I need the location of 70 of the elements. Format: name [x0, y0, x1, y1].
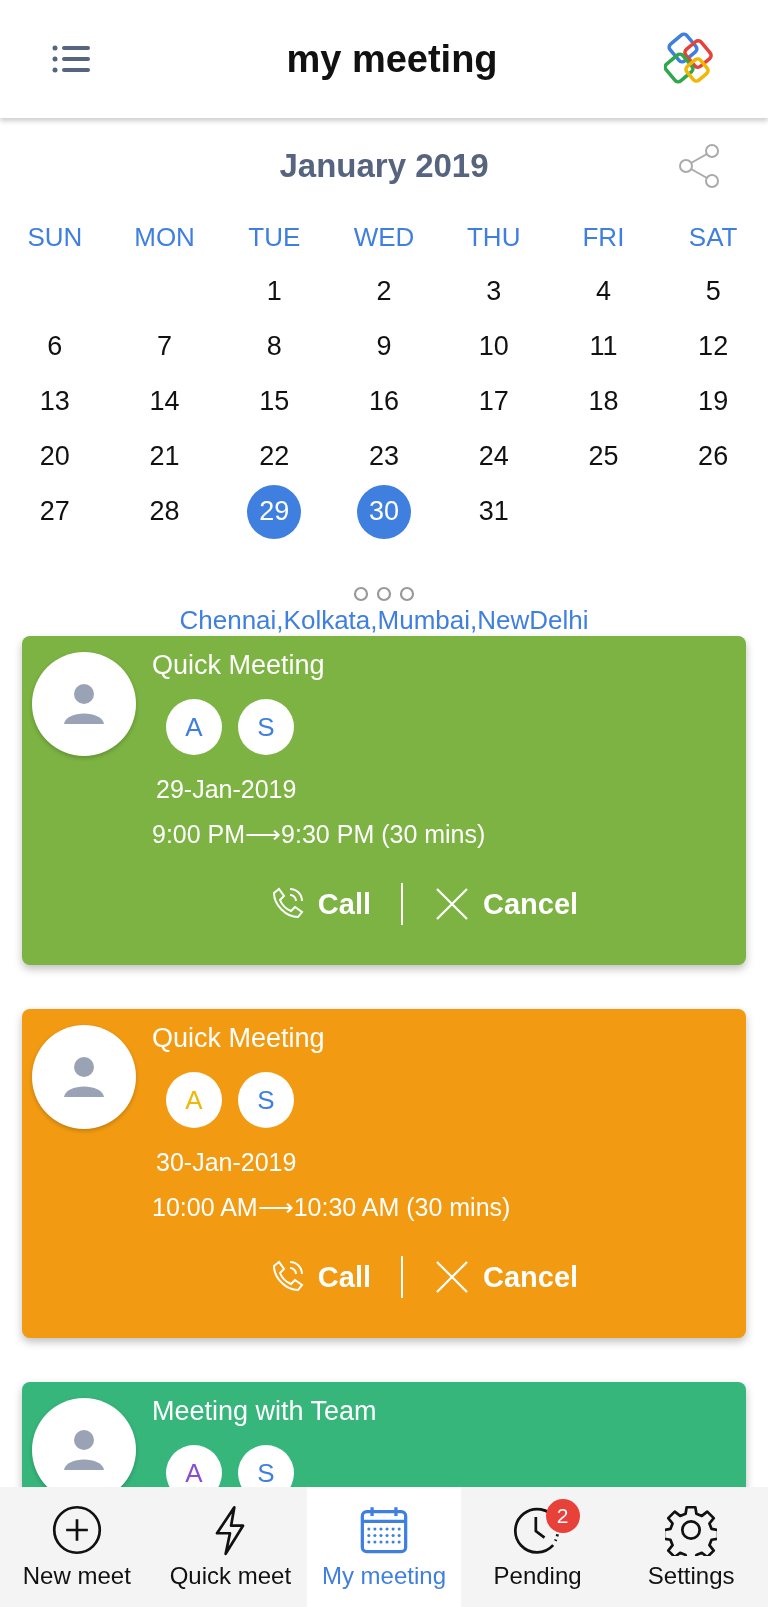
- calendar-day[interactable]: 21: [137, 429, 192, 484]
- calendar-day[interactable]: 6: [27, 319, 82, 374]
- person-icon: [62, 1428, 106, 1472]
- weekday-label: SAT: [687, 221, 739, 254]
- calendar-day[interactable]: 31: [466, 484, 521, 539]
- nav-tab[interactable]: Settings: [614, 1487, 768, 1607]
- person-icon: [62, 682, 106, 726]
- add-icon: [50, 1504, 103, 1556]
- meeting-time: 9:00 PM⟶9:30 PM (30 mins): [152, 820, 487, 849]
- participant-initial: S: [238, 1072, 294, 1128]
- calendar-day[interactable]: 5: [686, 264, 741, 319]
- meeting-time: 10:00 AM⟶10:30 AM (30 mins): [152, 1193, 512, 1222]
- participant-initial: A: [166, 1445, 222, 1487]
- calendar-day[interactable]: 16: [357, 374, 411, 429]
- participant-initial: A: [166, 1072, 222, 1128]
- calendar-day[interactable]: 12: [686, 319, 741, 374]
- meeting-date: 29-Jan-2019: [156, 775, 298, 804]
- calendar-day[interactable]: 26: [686, 429, 741, 484]
- meeting-title: Quick Meeting: [152, 1023, 326, 1054]
- participant-initial: S: [238, 1445, 294, 1487]
- calendar-day[interactable]: 11: [576, 319, 631, 374]
- meeting-card[interactable]: Meeting with Team A S: [22, 1382, 746, 1487]
- calendar-day[interactable]: 19: [686, 374, 741, 429]
- nav-tab[interactable]: Quick meet: [153, 1487, 308, 1607]
- calendar-icon: [358, 1504, 410, 1556]
- calendar-day[interactable]: 17: [466, 374, 521, 429]
- nav-tab[interactable]: New meet: [0, 1487, 154, 1607]
- participant-initial: S: [238, 699, 294, 755]
- calendar-day[interactable]: 10: [466, 319, 521, 374]
- nav-tab[interactable]: Pending 2: [460, 1487, 615, 1607]
- page-dots-icon: [352, 585, 416, 603]
- calendar-day[interactable]: 18: [576, 374, 631, 429]
- calendar-day[interactable]: 3: [466, 264, 521, 319]
- month-title: January 2019: [279, 147, 489, 185]
- person-icon: [62, 1055, 106, 1099]
- app-title: my meeting: [286, 37, 498, 81]
- calendar-day[interactable]: 30: [357, 484, 411, 539]
- calendar-day[interactable]: 24: [466, 429, 521, 484]
- menu-icon[interactable]: [52, 44, 90, 74]
- calendar-day[interactable]: 25: [576, 429, 631, 484]
- calendar-day[interactable]: 1: [247, 264, 302, 319]
- weekday-label: THU: [466, 221, 522, 254]
- calendar-day[interactable]: 8: [247, 319, 302, 374]
- calendar-day[interactable]: 14: [137, 374, 192, 429]
- weekday-label: TUE: [247, 221, 302, 254]
- logo-icon: [664, 31, 716, 87]
- nav-tab[interactable]: My meeting: [307, 1487, 461, 1607]
- calendar-day[interactable]: 23: [357, 429, 411, 484]
- weekday-label: MON: [133, 221, 196, 254]
- weekday-label: FRI: [581, 221, 626, 254]
- calendar-day[interactable]: 29: [247, 484, 302, 539]
- meeting-date: 30-Jan-2019: [156, 1148, 298, 1177]
- calendar-day[interactable]: 9: [357, 319, 411, 374]
- calendar-day[interactable]: 4: [576, 264, 631, 319]
- calendar-day[interactable]: 22: [247, 429, 302, 484]
- calendar-day[interactable]: 2: [357, 264, 411, 319]
- calendar-day[interactable]: 20: [27, 429, 82, 484]
- count-badge: 2: [545, 1499, 580, 1533]
- meeting-title: Quick Meeting: [152, 650, 326, 681]
- weekday-label: SUN: [26, 221, 84, 254]
- locations-text: Chennai,Kolkata,Mumbai,NewDelhi: [178, 605, 590, 636]
- settings-icon: [665, 1504, 718, 1556]
- calendar-day[interactable]: 15: [247, 374, 302, 429]
- weekday-label: WED: [352, 221, 416, 254]
- calendar-day[interactable]: 13: [27, 374, 82, 429]
- calendar-day[interactable]: 28: [137, 484, 192, 539]
- calendar-day[interactable]: 7: [137, 319, 192, 374]
- calendar-day[interactable]: 27: [27, 484, 82, 539]
- participant-initial: A: [166, 699, 222, 755]
- meeting-title: Meeting with Team: [152, 1396, 378, 1427]
